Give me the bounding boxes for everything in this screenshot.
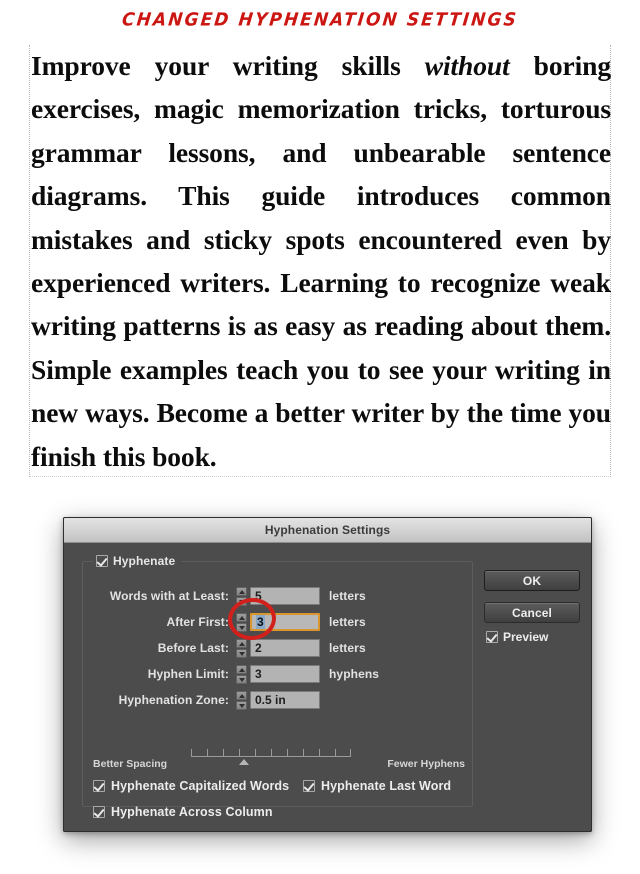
hyphenation-zone-value: 0.5 in: [255, 693, 286, 707]
document-body-text: Improve your writing skills without bori…: [31, 44, 611, 478]
hyphen-limit-unit: hyphens: [329, 667, 380, 681]
before-last-stepper[interactable]: [236, 638, 247, 658]
stepper-up-icon[interactable]: [236, 690, 247, 700]
hyphenation-zone-label: Hyphenation Zone:: [118, 693, 229, 707]
hyphenate-last-word-checkbox[interactable]: [303, 780, 315, 792]
slider-tick: [287, 749, 288, 757]
dialog-body: Hyphenate Words with at Least: 5 letters…: [64, 543, 591, 831]
field-row-words-with-at-least: Words with at Least: 5 letters: [93, 586, 465, 606]
hyphenation-settings-dialog: Hyphenation Settings Hyphenate Words wit…: [63, 517, 592, 832]
hyphenate-across-column-checkbox[interactable]: [93, 806, 105, 818]
hyphenate-last-word-label: Hyphenate Last Word: [321, 779, 452, 793]
hyphenate-across-column-row[interactable]: Hyphenate Across Column: [93, 805, 273, 819]
preview-label: Preview: [503, 630, 549, 644]
stepper-down-icon[interactable]: [236, 700, 247, 710]
slider-tick: [303, 749, 304, 757]
slider-tick: [207, 749, 208, 757]
words-with-at-least-label: Words with at Least:: [109, 589, 229, 603]
slider-left-label: Better Spacing: [93, 758, 168, 770]
stepper-up-icon[interactable]: [236, 586, 247, 596]
body-text-part1: Improve your writing skills: [31, 50, 425, 81]
slider-thumb[interactable]: [239, 759, 249, 765]
body-text-part2: boring exercises, magic memorization tri…: [31, 50, 611, 472]
hyphenate-last-word-row[interactable]: Hyphenate Last Word: [303, 779, 451, 793]
hyphen-limit-label: Hyphen Limit:: [147, 667, 229, 681]
dialog-titlebar[interactable]: Hyphenation Settings: [64, 518, 591, 543]
hyphen-limit-value: 3: [255, 667, 262, 681]
slider-tick: [239, 749, 240, 757]
stepper-up-icon[interactable]: [236, 664, 247, 674]
hyphenate-checkbox[interactable]: [96, 555, 108, 567]
after-first-value: 3: [256, 615, 265, 629]
hyphen-limit-stepper[interactable]: [236, 664, 247, 684]
stepper-down-icon[interactable]: [236, 596, 247, 606]
field-row-after-first: After First: 3 letters: [93, 612, 465, 632]
hyphenate-group-legend[interactable]: Hyphenate: [93, 553, 182, 569]
before-last-value: 2: [255, 641, 262, 655]
dialog-title: Hyphenation Settings: [264, 523, 391, 537]
spacing-hyphens-slider[interactable]: Better Spacing Fewer Hyphens: [93, 748, 465, 774]
words-with-at-least-stepper[interactable]: [236, 586, 247, 606]
hyphenate-capitalized-words-checkbox[interactable]: [93, 780, 105, 792]
before-last-input[interactable]: 2: [250, 639, 320, 657]
words-with-at-least-input[interactable]: 5: [250, 587, 320, 605]
slider-tick: [319, 749, 320, 757]
hyphenation-zone-stepper[interactable]: [236, 690, 247, 710]
after-first-input[interactable]: 3: [250, 613, 320, 631]
hyphenate-checkbox-label: Hyphenate: [113, 554, 176, 568]
words-with-at-least-unit: letters: [329, 589, 366, 603]
slider-tick: [191, 749, 192, 757]
words-with-at-least-value: 5: [255, 589, 262, 603]
hyphen-limit-input[interactable]: 3: [250, 665, 320, 683]
after-first-unit: letters: [329, 615, 366, 629]
slider-tick: [271, 749, 272, 757]
before-last-unit: letters: [329, 641, 366, 655]
field-row-before-last: Before Last: 2 letters: [93, 638, 465, 658]
slider-track[interactable]: [191, 748, 351, 757]
stepper-up-icon[interactable]: [236, 638, 247, 648]
annotation-title: Changed Hyphenation Settings: [120, 9, 520, 31]
slider-tick: [335, 749, 336, 757]
hyphenate-capitalized-words-label: Hyphenate Capitalized Words: [111, 779, 290, 793]
before-last-label: Before Last:: [157, 641, 229, 655]
after-first-label: After First:: [166, 615, 229, 629]
slider-right-label: Fewer Hyphens: [387, 758, 465, 770]
after-first-stepper[interactable]: [236, 612, 247, 632]
cancel-button[interactable]: Cancel: [484, 602, 580, 623]
hyphenation-zone-input[interactable]: 0.5 in: [250, 691, 320, 709]
preview-row[interactable]: Preview: [486, 630, 548, 644]
stepper-down-icon[interactable]: [236, 674, 247, 684]
stepper-up-icon[interactable]: [236, 612, 247, 622]
body-text-italic: without: [424, 50, 510, 81]
hyphenate-capitalized-words-row[interactable]: Hyphenate Capitalized Words: [93, 779, 289, 793]
preview-checkbox[interactable]: [486, 631, 498, 643]
ok-button[interactable]: OK: [484, 570, 580, 591]
slider-tick: [223, 749, 224, 757]
stepper-down-icon[interactable]: [236, 622, 247, 632]
field-row-hyphen-limit: Hyphen Limit: 3 hyphens: [93, 664, 465, 684]
hyphenate-across-column-label: Hyphenate Across Column: [111, 805, 273, 819]
field-row-hyphenation-zone: Hyphenation Zone: 0.5 in: [93, 690, 465, 710]
slider-tick: [350, 749, 351, 757]
hyphenate-group: Hyphenate Words with at Least: 5 letters…: [82, 553, 473, 819]
stepper-down-icon[interactable]: [236, 648, 247, 658]
slider-tick: [255, 749, 256, 757]
